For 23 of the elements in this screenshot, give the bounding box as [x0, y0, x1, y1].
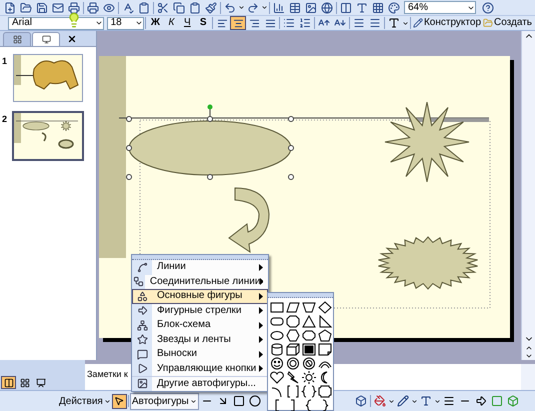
style-button[interactable]: К [163, 16, 180, 30]
zoom-field[interactable]: 64% [404, 1, 476, 14]
menu-item[interactable]: Блок-схема [132, 318, 268, 332]
style-button[interactable]: Ж [147, 16, 164, 30]
menu-item[interactable]: Выноски [132, 347, 268, 362]
menu-item[interactable]: Другие автофигуры... [132, 376, 268, 390]
actions-button[interactable]: Действия [58, 394, 112, 408]
style-button[interactable]: S [195, 16, 212, 30]
slide-number: 2 [2, 113, 8, 126]
new-slide-button[interactable]: Создать [482, 16, 534, 30]
menu-item[interactable]: Основные фигуры [132, 289, 268, 304]
menu-item[interactable]: Линии [132, 260, 268, 274]
menu-item[interactable]: Управляющие кнопки [132, 362, 268, 376]
design-button[interactable]: Конструктор [412, 16, 482, 30]
menu-item[interactable]: Соединительные линии [132, 274, 268, 289]
slide-number: 1 [2, 55, 8, 68]
menu-item[interactable]: Фигурные стрелки [132, 304, 268, 318]
notes-placeholder[interactable]: Заметки к [87, 369, 128, 379]
font-field[interactable]: Arial [8, 16, 104, 30]
style-button[interactable]: Ч [179, 16, 196, 30]
menu-item[interactable]: Звезды и ленты [132, 332, 268, 347]
autoshapes-button[interactable]: Автофигуры [130, 392, 199, 410]
font-size-field[interactable]: 18 [106, 16, 144, 30]
